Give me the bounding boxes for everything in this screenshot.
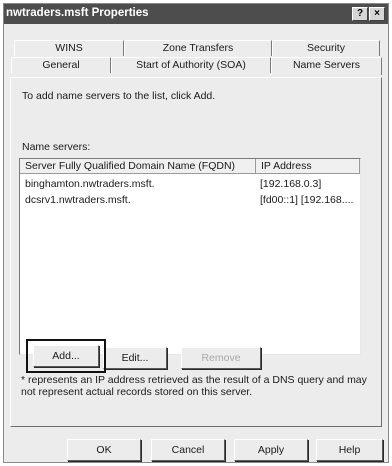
edit-button[interactable]: Edit... [103,347,167,369]
ip-footnote: * represents an IP address retrieved as … [21,374,367,398]
row-ip-address: [192.168.0.3] [260,178,322,190]
column-header-ip-address[interactable]: IP Address [256,159,360,174]
tab-general[interactable]: General [11,57,111,73]
title-bar[interactable]: nwtraders.msft Properties ? × [4,4,388,24]
column-header-fqdn[interactable]: Server Fully Qualified Domain Name (FQDN… [20,159,256,174]
apply-button[interactable]: Apply [234,439,308,461]
name-servers-panel: To add name servers to the list, click A… [10,77,382,427]
remove-button[interactable]: Remove [181,347,261,369]
tab-name-servers[interactable]: Name Servers [271,57,382,75]
row-ip-address: [fd00::1] [192.168.... [260,194,354,206]
instruction-text: To add name servers to the list, click A… [22,90,216,102]
window-title: nwtraders.msft Properties [6,7,149,19]
add-button-highlight [26,339,106,373]
tab-start-of-authority[interactable]: Start of Authority (SOA) [111,57,271,73]
help-button[interactable]: Help [316,439,383,461]
properties-dialog: nwtraders.msft Properties ? × WINS Zone … [3,3,389,463]
row-fqdn: binghamton.nwtraders.msft. [25,178,155,190]
close-button[interactable]: × [369,7,385,21]
row-fqdn: dcsrv1.nwtraders.msft. [25,194,131,206]
tab-zone-transfers[interactable]: Zone Transfers [124,40,272,56]
help-title-button[interactable]: ? [352,7,368,21]
tab-wins[interactable]: WINS [14,40,124,56]
ok-button[interactable]: OK [67,439,141,461]
cancel-button[interactable]: Cancel [151,439,225,461]
name-servers-list[interactable]: Server Fully Qualified Domain Name (FQDN… [19,158,361,355]
name-servers-label: Name servers: [22,141,91,153]
tab-security[interactable]: Security [272,40,380,56]
